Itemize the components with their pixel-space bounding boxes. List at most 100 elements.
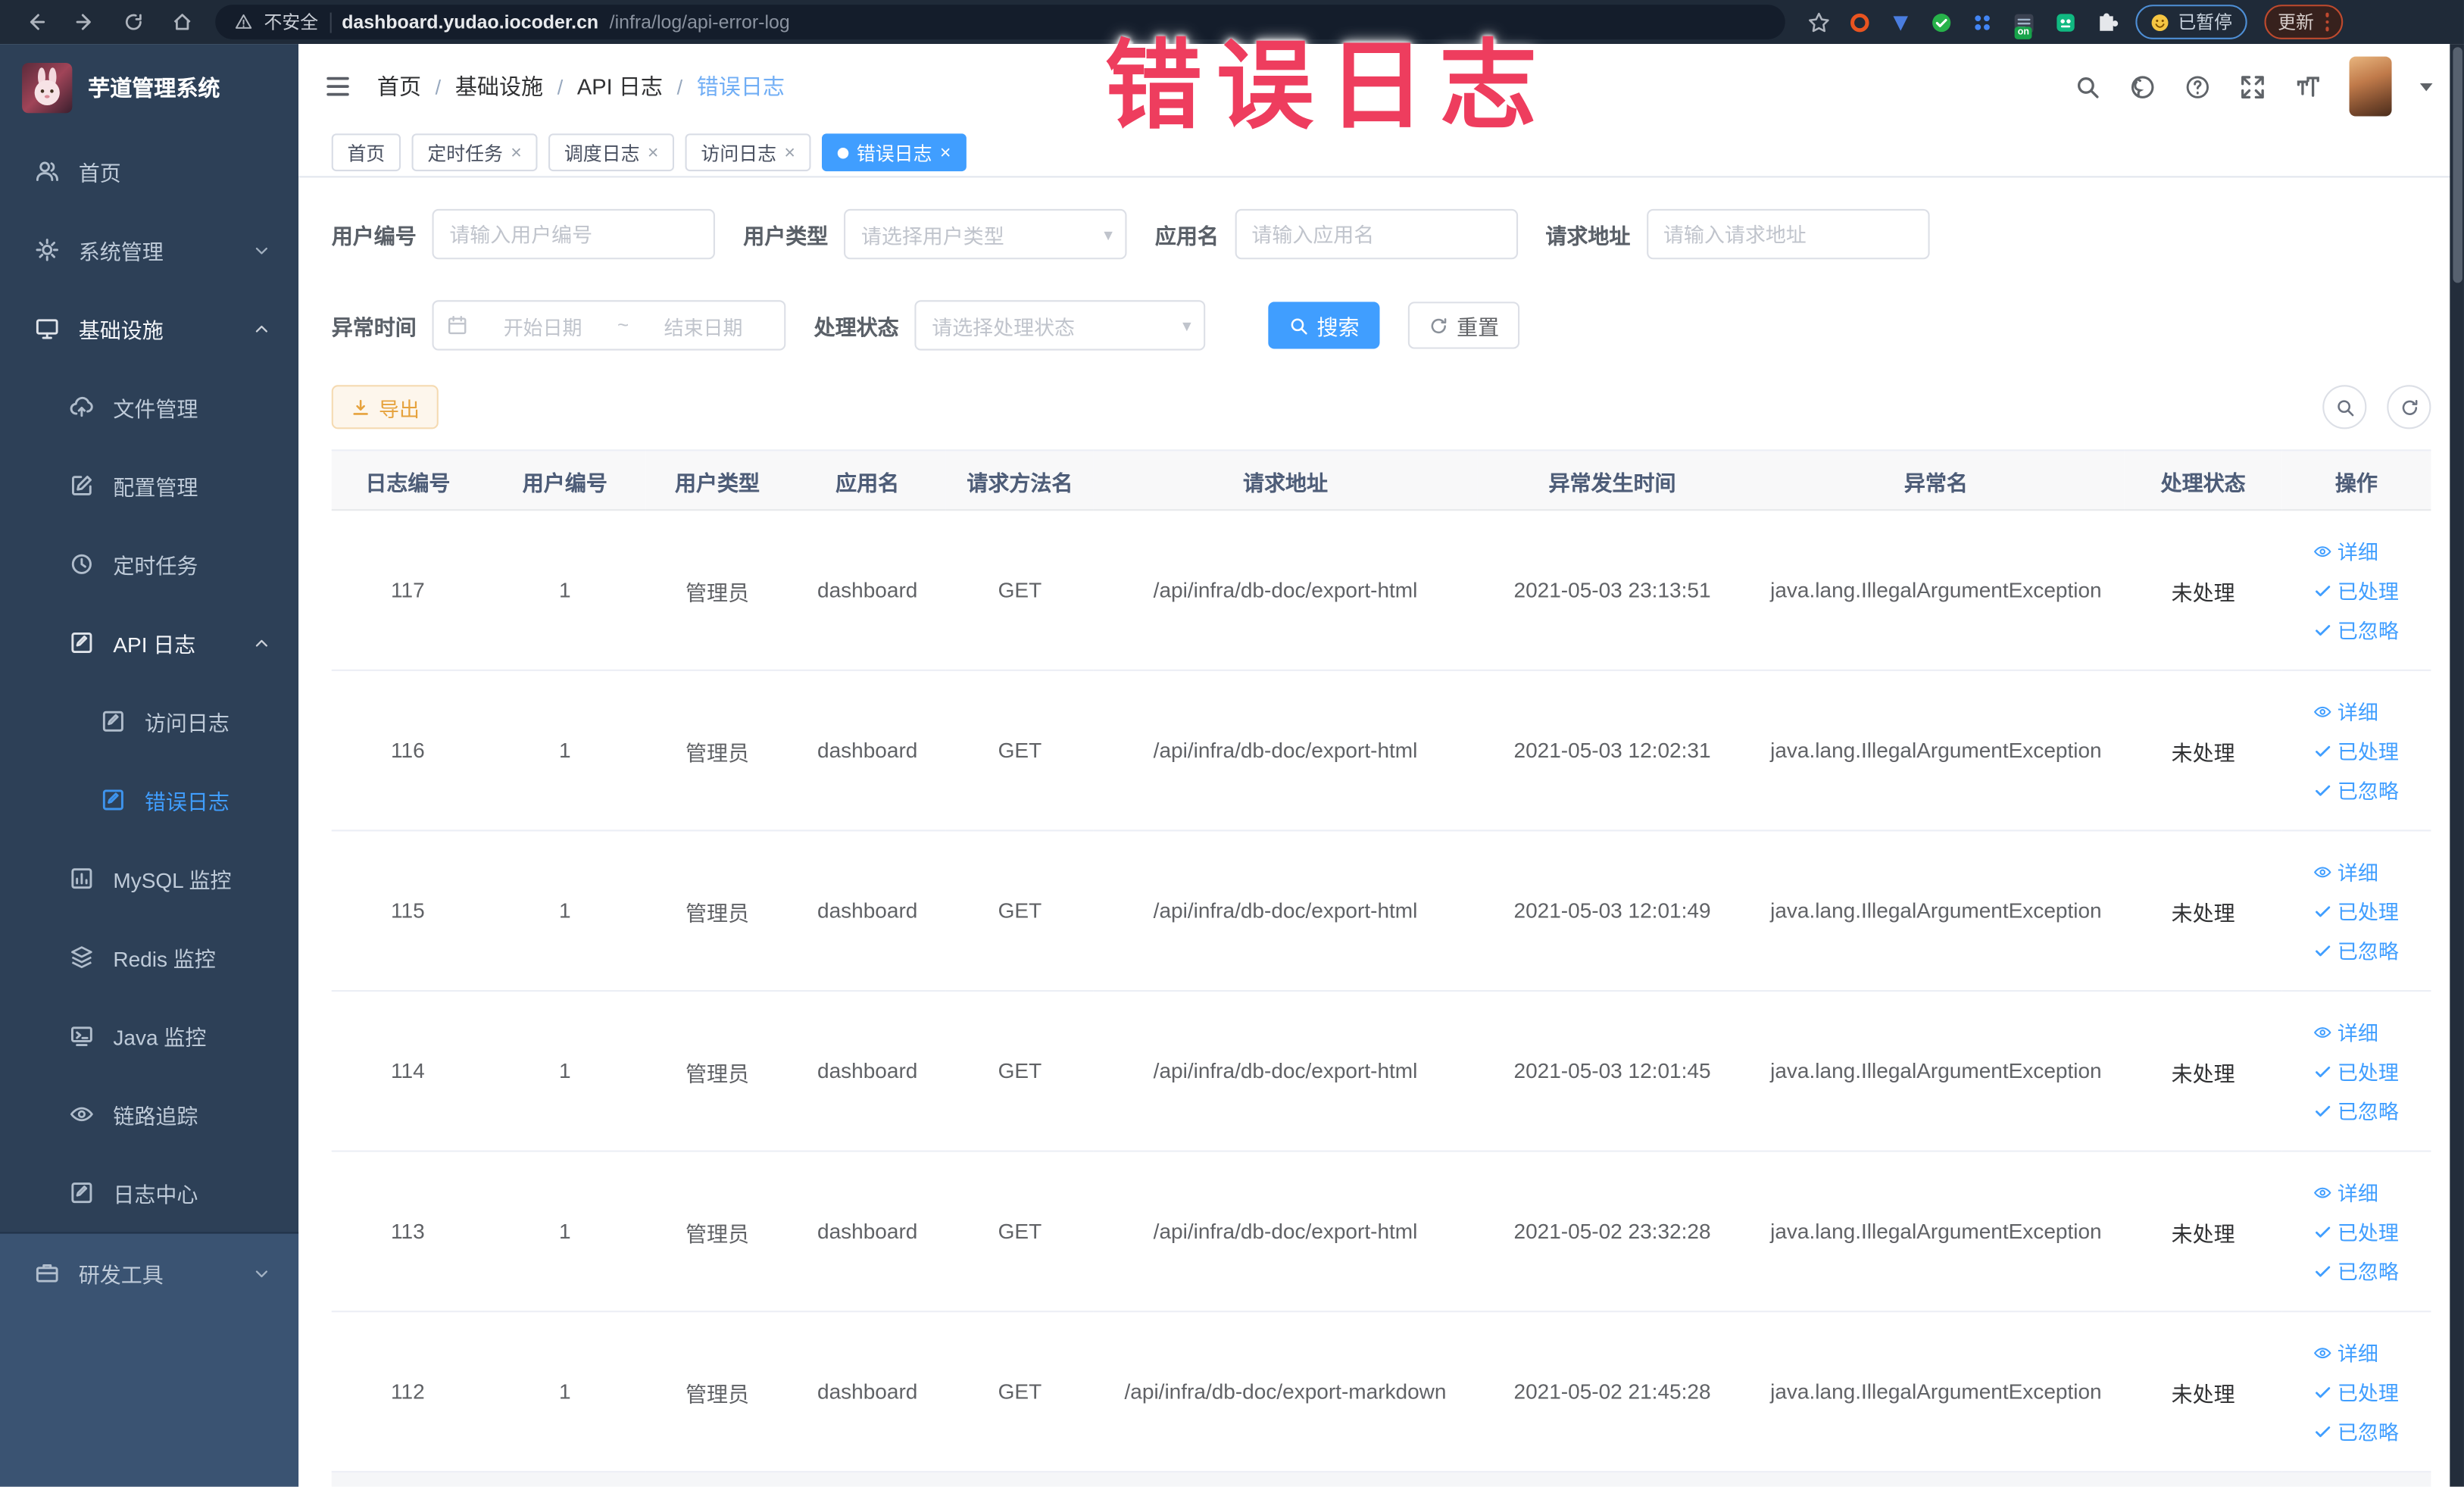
detail-link[interactable]: 详细: [2314, 1177, 2378, 1207]
extensions-puzzle-icon[interactable]: [2094, 10, 2118, 33]
extension-orange-icon[interactable]: [1848, 10, 1872, 33]
ignored-link[interactable]: 已忽略: [2314, 1256, 2399, 1286]
browser-menu-icon[interactable]: [2325, 13, 2329, 31]
close-icon[interactable]: ×: [648, 143, 659, 162]
processed-link[interactable]: 已处理: [2314, 1217, 2399, 1246]
export-button[interactable]: 导出: [331, 385, 439, 430]
browser-forward-icon[interactable]: [74, 11, 96, 33]
sidebar-item-scheduled-tasks[interactable]: 定时任务: [0, 525, 298, 604]
detail-link[interactable]: 详细: [2314, 857, 2378, 886]
table-row: 112 1 管理员 dashboard GET /api/infra/db-do…: [331, 1311, 2431, 1473]
hamburger-icon[interactable]: [323, 72, 351, 100]
sidebar-item-dev-tools[interactable]: 研发工具: [0, 1234, 298, 1313]
cell-actions: 详细 已处理 已忽略: [2281, 1151, 2431, 1313]
detail-link[interactable]: 详细: [2314, 1337, 2378, 1367]
reset-button[interactable]: 重置: [1407, 301, 1520, 349]
tag-home[interactable]: 首页: [331, 133, 401, 172]
breadcrumb-item[interactable]: 基础设施: [455, 70, 543, 102]
search-icon[interactable]: [2074, 73, 2100, 99]
eye-icon: [2314, 1182, 2333, 1201]
breadcrumb-item[interactable]: API 日志: [577, 70, 663, 102]
ignored-link[interactable]: 已忽略: [2314, 614, 2399, 644]
cell-app-name: dashboard: [789, 670, 946, 832]
fullscreen-icon[interactable]: [2239, 73, 2266, 99]
processed-link-label: 已处理: [2337, 579, 2399, 604]
github-icon[interactable]: [2129, 73, 2156, 99]
extension-green-check-icon[interactable]: [1930, 10, 1953, 33]
toggle-search-button[interactable]: [2322, 385, 2367, 430]
ignored-link[interactable]: 已忽略: [2314, 1095, 2399, 1125]
sidebar-item-java-monitor[interactable]: Java 监控: [0, 996, 298, 1075]
cell-user-type: 管理员: [645, 1151, 789, 1313]
browser-back-icon[interactable]: [25, 11, 47, 33]
sidebar-item-access-log[interactable]: 访问日志: [0, 682, 298, 761]
smiley-avatar-icon: [2150, 12, 2170, 33]
ignored-link[interactable]: 已忽略: [2314, 935, 2399, 964]
sidebar-item-error-log[interactable]: 错误日志: [0, 761, 298, 839]
table-header-row: 日志编号 用户编号 用户类型 应用名 请求方法名 请求地址 异常发生时间 异常名…: [331, 449, 2431, 511]
avatar-caret-icon[interactable]: [2419, 82, 2433, 91]
processed-link[interactable]: 已处理: [2314, 896, 2399, 926]
processed-link[interactable]: 已处理: [2314, 736, 2399, 765]
request-url-input[interactable]: [1646, 208, 1929, 260]
avatar[interactable]: [2349, 56, 2392, 117]
sidebar-item-home[interactable]: 首页: [0, 132, 298, 211]
ignored-link[interactable]: 已忽略: [2314, 775, 2399, 804]
sidebar-item-mysql-monitor[interactable]: MySQL 监控: [0, 839, 298, 918]
browser-home-icon[interactable]: [171, 11, 193, 33]
cell-log-id: 116: [331, 670, 484, 832]
browser-reload-icon[interactable]: [123, 11, 145, 33]
cell-log-id: 117: [331, 510, 484, 671]
scrollbar-thumb[interactable]: [2452, 47, 2462, 283]
close-icon[interactable]: ×: [784, 143, 795, 162]
tag-scheduled-tasks[interactable]: 定时任务 ×: [411, 133, 538, 172]
breadcrumb-item[interactable]: 首页: [377, 70, 421, 102]
sidebar-item-label: 定时任务: [113, 555, 198, 579]
detail-link[interactable]: 详细: [2314, 536, 2378, 565]
extension-on-icon[interactable]: on: [2011, 9, 2036, 39]
sidebar-item-infrastructure[interactable]: 基础设施: [0, 289, 298, 368]
search-button[interactable]: 搜索: [1268, 301, 1380, 349]
ignored-link[interactable]: 已忽略: [2314, 1416, 2399, 1445]
cell-app-name: dashboard: [789, 991, 946, 1152]
extension-monkey-icon[interactable]: [2054, 10, 2078, 33]
detail-link[interactable]: 详细: [2314, 1017, 2378, 1046]
check-icon: [2314, 1382, 2333, 1401]
sidebar-item-redis-monitor[interactable]: Redis 监控: [0, 918, 298, 997]
browser-update-pill[interactable]: 更新: [2263, 5, 2344, 39]
refresh-table-button[interactable]: [2387, 385, 2431, 430]
date-range-picker[interactable]: 开始日期 ~ 结束日期: [432, 300, 786, 351]
processed-link[interactable]: 已处理: [2314, 1376, 2399, 1406]
sidebar-item-tracing[interactable]: 链路追踪: [0, 1075, 298, 1154]
user-type-select[interactable]: 请选择用户类型 ▾: [844, 208, 1127, 260]
log-icon: [101, 709, 126, 734]
help-icon[interactable]: [2184, 73, 2211, 99]
close-icon[interactable]: ×: [511, 143, 522, 162]
font-size-icon[interactable]: [2294, 73, 2321, 99]
user-id-input[interactable]: [432, 208, 715, 260]
tag-error-log[interactable]: 错误日志 ×: [822, 133, 967, 172]
sidebar-item-file-manage[interactable]: 文件管理: [0, 367, 298, 446]
sidebar-item-label: Redis 监控: [113, 947, 216, 972]
bookmark-star-icon[interactable]: [1807, 10, 1831, 33]
scrollbar-track[interactable]: [2450, 44, 2464, 1487]
sidebar-item-system[interactable]: 系统管理: [0, 211, 298, 289]
tag-access-log[interactable]: 访问日志 ×: [685, 133, 811, 172]
logo-row[interactable]: 芋道管理系统: [0, 44, 298, 132]
close-icon[interactable]: ×: [940, 143, 951, 162]
column-header: 异常名: [1747, 449, 2125, 511]
extension-grid-icon[interactable]: [1971, 10, 1994, 33]
profile-paused-pill[interactable]: 已暂停: [2135, 5, 2247, 39]
processed-link[interactable]: 已处理: [2314, 1056, 2399, 1086]
tag-schedule-log[interactable]: 调度日志 ×: [548, 133, 675, 172]
select-placeholder: 请选择处理状态: [932, 314, 1076, 339]
sidebar: 芋道管理系统 首页 系统管理 基础设施 文件管理 配置管理 定时任务 API 日…: [0, 44, 299, 1487]
app-name-input[interactable]: [1234, 208, 1518, 260]
sidebar-item-api-log[interactable]: API 日志: [0, 604, 298, 683]
detail-link[interactable]: 详细: [2314, 696, 2378, 726]
extension-drop-icon[interactable]: [1889, 10, 1913, 33]
sidebar-item-config-manage[interactable]: 配置管理: [0, 446, 298, 525]
status-select[interactable]: 请选择处理状态 ▾: [914, 300, 1206, 351]
sidebar-item-log-center[interactable]: 日志中心: [0, 1154, 298, 1232]
processed-link[interactable]: 已处理: [2314, 575, 2399, 604]
